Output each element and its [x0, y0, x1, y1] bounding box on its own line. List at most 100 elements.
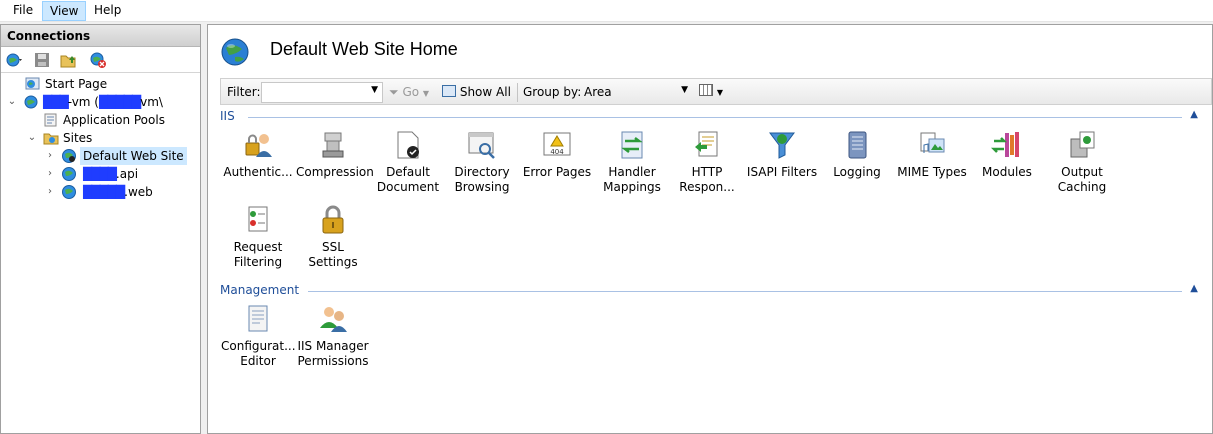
redacted-text: ███ [43, 95, 69, 109]
menu-view[interactable]: View [42, 1, 87, 21]
feature-iis-manager-permissions[interactable]: IIS Manager Permissions [296, 303, 370, 369]
up-level-icon[interactable] [59, 51, 77, 69]
error-pages-icon: 404 [543, 132, 571, 156]
feature-label: Handler Mappings [603, 165, 661, 194]
save-icon[interactable] [33, 51, 51, 69]
features-view: Default Web Site Home Filter: ▼ ⏷ Go ▼ S… [207, 24, 1213, 434]
feature-output-caching[interactable]: Output Caching [1045, 129, 1119, 195]
feature-modules[interactable]: Modules [970, 129, 1044, 180]
output-caching-icon [1070, 131, 1095, 158]
tree-label-suffix: vm\ [140, 95, 163, 109]
feature-label: Configurat... Editor [221, 339, 296, 368]
feature-ssl-settings[interactable]: SSL Settings [296, 204, 370, 270]
feature-label: Error Pages [522, 165, 592, 179]
show-all-label: Show All [459, 85, 511, 99]
feature-isapi-filters[interactable]: ISAPI Filters [745, 129, 819, 180]
show-all-button[interactable]: Show All [442, 84, 511, 100]
handler-mappings-icon [621, 131, 643, 159]
feature-label: MIME Types [897, 165, 967, 179]
feature-configuration-editor[interactable]: Configurat... Editor [221, 303, 296, 369]
feature-mime-types[interactable]: MIME Types [895, 129, 969, 180]
feature-http-response-headers[interactable]: HTTP Respon... [670, 129, 744, 195]
feature-label: Default Document [376, 165, 440, 194]
view-mode-button[interactable]: ▼ [699, 83, 723, 101]
dropdown-arrow-icon: ▼ [716, 88, 723, 97]
connections-pane: Connections Start Page ⌄ ███-vm (█████vm… [0, 24, 201, 434]
dropdown-arrow-icon[interactable]: ▼ [371, 85, 378, 95]
expand-chevron-icon[interactable]: › [45, 147, 55, 165]
connect-icon[interactable] [5, 51, 23, 69]
http-response-icon [695, 131, 718, 157]
tree-label-suffix: .api [115, 167, 139, 181]
group-divider [248, 117, 1182, 118]
feature-logging[interactable]: Logging [820, 129, 894, 180]
feature-label: Output Caching [1057, 165, 1107, 194]
page-title: Default Web Site Home [270, 39, 458, 59]
filter-bar: Filter: ▼ ⏷ Go ▼ Show All Group by: Area… [220, 78, 1212, 105]
menu-file[interactable]: File [6, 1, 40, 21]
modules-icon [991, 132, 1019, 157]
group-by-select[interactable]: Area ▼ [581, 82, 693, 103]
feature-label: IIS Manager Permissions [297, 339, 369, 368]
show-all-icon [442, 85, 456, 97]
ssl-settings-icon [322, 205, 344, 234]
iis-manager-permissions-icon [320, 307, 347, 332]
group-title: IIS [220, 109, 235, 123]
application-pools-icon [43, 112, 59, 128]
authentication-icon [245, 134, 272, 157]
expand-chevron-icon[interactable]: › [45, 165, 55, 183]
page-header: Default Web Site Home [208, 25, 1212, 75]
menu-help[interactable]: Help [87, 1, 128, 21]
tree-item-site-web[interactable]: › █████.web [1, 183, 200, 201]
connections-title: Connections [1, 25, 200, 47]
feature-label: Directory Browsing [454, 165, 510, 194]
collapse-chevron-icon[interactable]: ⌄ [7, 93, 17, 111]
feature-request-filtering[interactable]: Request Filtering [221, 204, 295, 270]
collapse-chevron-icon[interactable]: ⌄ [27, 129, 37, 147]
group-by-value: Area [584, 85, 612, 99]
disconnect-icon[interactable] [89, 51, 107, 69]
redacted-text: █████ [98, 95, 141, 109]
feature-compression[interactable]: Compression [296, 129, 374, 180]
toolbar-separator [517, 83, 518, 102]
website-globe-icon [61, 166, 77, 182]
start-page-icon [25, 76, 41, 92]
tree-item-start-page[interactable]: Start Page [1, 75, 200, 93]
default-document-icon [397, 131, 419, 159]
feature-default-document[interactable]: Default Document [371, 129, 445, 195]
collapse-chevron-icon[interactable]: ▲ [1190, 283, 1198, 294]
tree-item-server[interactable]: ⌄ ███-vm (█████vm\ [1, 93, 200, 111]
website-globe-icon [61, 184, 77, 200]
menu-bar: File View Help [0, 0, 1213, 22]
feature-directory-browsing[interactable]: Directory Browsing [445, 129, 519, 195]
tree-label: Start Page [45, 77, 108, 91]
expand-chevron-icon[interactable]: › [45, 183, 55, 201]
filter-label: Filter: [227, 85, 261, 99]
collapse-chevron-icon[interactable]: ▲ [1190, 109, 1198, 120]
go-button[interactable]: ⏷ Go ▼ [389, 84, 429, 102]
directory-browsing-icon [468, 132, 495, 159]
feature-label: Logging [833, 165, 881, 179]
tree-item-sites[interactable]: ⌄ Sites [1, 129, 200, 147]
tree-label-mid: -vm ( [67, 95, 99, 109]
feature-authentication[interactable]: Authentic... [221, 129, 295, 180]
tree-label-suffix: .web [124, 185, 153, 199]
tree-item-default-web-site[interactable]: › Default Web Site [1, 147, 200, 165]
feature-handler-mappings[interactable]: Handler Mappings [595, 129, 669, 195]
tree-label: ███-vm (█████vm\ [43, 93, 163, 111]
tree-item-application-pools[interactable]: Application Pools [1, 111, 200, 129]
tree-label: Application Pools [63, 113, 165, 127]
feature-error-pages[interactable]: 404 Error Pages [520, 129, 594, 180]
feature-label: Modules [982, 165, 1032, 179]
tree-label: █████.web [83, 183, 153, 201]
group-title: Management [220, 283, 300, 297]
group-header-management[interactable]: Management ▲ [220, 283, 1200, 299]
tree-item-site-api[interactable]: › ████.api [1, 165, 200, 183]
group-header-iis[interactable]: IIS ▲ [220, 109, 1200, 125]
feature-label: Authentic... [223, 165, 293, 179]
feature-label: ISAPI Filters [746, 165, 818, 179]
website-globe-icon [220, 37, 250, 67]
filter-input[interactable]: ▼ [261, 82, 383, 103]
tree-label: ████.api [83, 165, 138, 183]
view-grid-icon [699, 84, 713, 96]
